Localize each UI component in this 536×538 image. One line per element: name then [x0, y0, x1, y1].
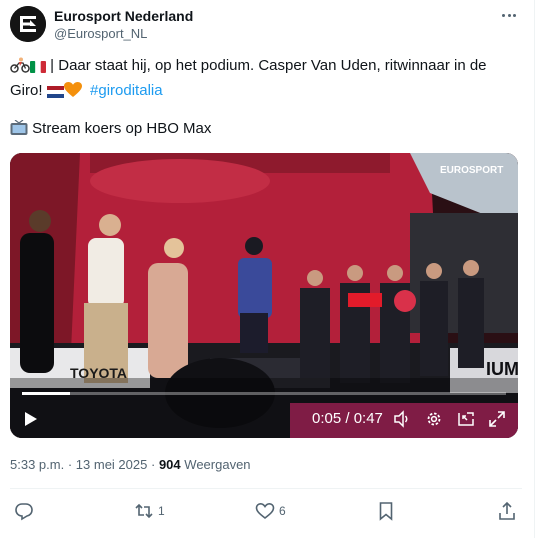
stream-text: Stream koers op HBO Max: [32, 120, 212, 137]
retweet-icon: [135, 503, 153, 519]
tweet-text-body: | Daar staat hij, op het podium. Casper …: [10, 57, 487, 99]
bookmark-icon: [379, 502, 393, 521]
orange-heart-icon: [63, 82, 82, 105]
video-progress-fill: [22, 392, 71, 395]
views-count: 904: [158, 457, 181, 472]
play-icon[interactable]: [24, 411, 38, 432]
action-bar: 1 6: [0, 498, 536, 524]
avatar[interactable]: [10, 6, 46, 42]
author-name[interactable]: Eurosport Nederland: [54, 8, 193, 24]
divider: [10, 488, 522, 489]
bookmark-button[interactable]: [376, 498, 396, 524]
video-progress-bar[interactable]: [22, 392, 506, 395]
meta-separator: ·: [67, 457, 73, 472]
picture-in-picture-icon[interactable]: [457, 410, 475, 433]
post-time[interactable]: 5:33 p.m.: [10, 457, 64, 472]
fullscreen-icon[interactable]: [488, 410, 506, 433]
tweet-text: | Daar staat hij, op het podium. Casper …: [10, 55, 522, 105]
tweet-card[interactable]: Eurosport Nederland @Eurosport_NL | Daar…: [0, 0, 535, 538]
video-player[interactable]: TOYOTA IUMA EUROSPORT 0:05 / 0:47: [10, 153, 518, 438]
reply-icon: [15, 503, 33, 521]
views-label: Weergaven: [184, 457, 251, 472]
video-controls: 0:05 / 0:47: [10, 403, 518, 435]
reply-button[interactable]: [14, 498, 38, 524]
more-options-icon[interactable]: [502, 9, 520, 21]
video-time: 0:05 / 0:47: [312, 410, 383, 427]
meta-separator-2: ·: [150, 457, 156, 472]
share-icon: [499, 501, 515, 520]
stream-line: Stream koers op HBO Max: [10, 119, 212, 140]
eurosport-watermark: EUROSPORT: [440, 165, 503, 176]
netherlands-flag-icon: [46, 83, 64, 105]
author-handle[interactable]: @Eurosport_NL: [54, 26, 147, 41]
settings-gear-icon[interactable]: [425, 410, 443, 433]
tv-emoji-icon: [10, 119, 28, 140]
volume-icon[interactable]: [393, 410, 411, 433]
retweet-count: 1: [158, 504, 165, 518]
tweet-meta: 5:33 p.m. · 13 mei 2025 · 904 Weergaven: [10, 457, 251, 472]
eurosport-logo-icon: [10, 6, 46, 42]
share-button[interactable]: [497, 498, 517, 524]
podium-scene: TOYOTA IUMA EUROSPORT: [10, 153, 518, 438]
side-text: IUMA: [486, 359, 518, 379]
heart-icon: [255, 502, 275, 520]
like-count: 6: [279, 504, 286, 518]
hashtag-link[interactable]: #giroditalia: [90, 82, 163, 99]
post-date[interactable]: 13 mei 2025: [76, 457, 148, 472]
retweet-button[interactable]: 1: [134, 498, 165, 524]
cyclist-emoji-icon: [10, 57, 30, 80]
like-button[interactable]: 6: [255, 498, 286, 524]
italy-flag-icon: [30, 58, 46, 80]
